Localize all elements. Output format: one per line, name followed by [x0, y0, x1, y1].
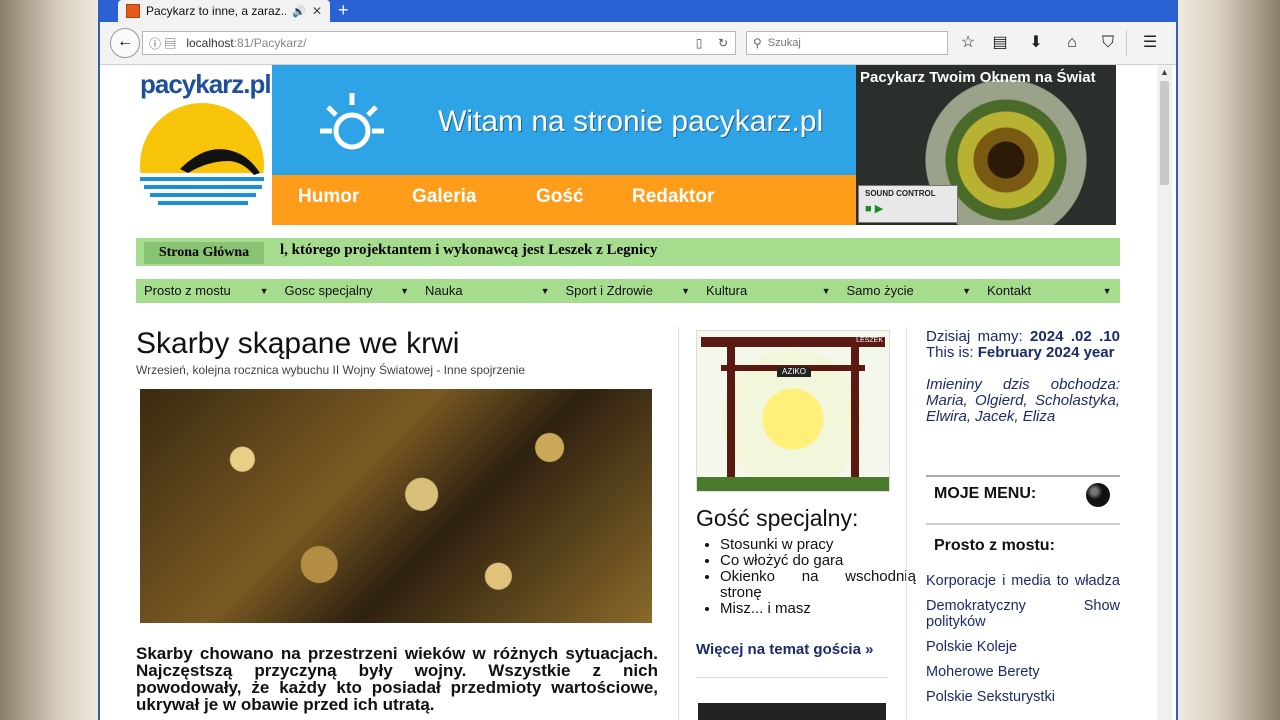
banner-title: Witam na stronie pacykarz.pl [438, 105, 824, 138]
logo-text: pacykarz.pl [140, 69, 272, 99]
eye-banner-title: Pacykarz Twoim Oknem na Świat [860, 69, 1096, 86]
guest-image[interactable]: AZIKO LESZEK [696, 330, 890, 492]
page-content: pacykarz.pl Witam na stronie pacykarz.pl… [100, 65, 1155, 720]
guest-link[interactable]: Okienko na wschodnią stronę [720, 569, 916, 601]
reload-icon[interactable]: ↻ [711, 36, 735, 50]
sidebar-links: Korporacje i media to władza Demokratycz… [926, 573, 1120, 714]
sidebar-section-title: Prosto z mostu: [934, 537, 1055, 554]
sidebar-link[interactable]: Moherowe Berety [926, 664, 1120, 680]
toolbar-separator [1126, 30, 1127, 56]
browser-tab[interactable]: Pacykarz to inne, a zaraz... 🔊 ✕ [118, 0, 330, 22]
guest-section-title: Gość specjalny: [696, 505, 859, 531]
scroll-up-icon[interactable]: ▲ [1157, 65, 1172, 79]
vertical-scrollbar[interactable]: ▲ [1157, 65, 1172, 720]
dropdown-arrow-icon: ▼ [962, 286, 971, 296]
ball-icon[interactable] [1086, 483, 1110, 507]
menu-item-gosc-specjalny[interactable]: Gosc specjalny ▼ [277, 279, 418, 303]
tab-bar: Pacykarz to inne, a zaraz... 🔊 ✕ + [100, 0, 1176, 22]
sound-control[interactable]: SOUND CONTROL ■ ▶ [858, 185, 958, 223]
dropdown-arrow-icon: ▼ [681, 286, 690, 296]
search-icon: ⚲ [753, 36, 762, 50]
name-days: Imieniny dzis obchodza: Maria, Olgierd, … [926, 376, 1120, 425]
banner-link-galeria[interactable]: Galeria [412, 186, 476, 208]
section-divider [696, 677, 888, 678]
guest-link[interactable]: Misz... i masz [720, 601, 916, 617]
new-tab-button[interactable]: + [338, 0, 349, 20]
ticker-strip: Strona Główna l, którego projektantem i … [136, 238, 1120, 266]
menu-item-kontakt[interactable]: Kontakt ▼ [979, 279, 1120, 303]
url-text[interactable]: localhost:81/Pacykarz/ [186, 36, 687, 50]
sound-control-label: SOUND CONTROL [865, 189, 936, 198]
this-is-value: February 2024 year [977, 344, 1115, 361]
menu-item-prosto-z-mostu[interactable]: Prosto z mostu ▼ [136, 279, 277, 303]
speaker-icon[interactable]: 🔊 [292, 5, 306, 18]
banner-link-humor[interactable]: Humor [298, 186, 359, 208]
torii-sign: AZIKO [777, 367, 811, 377]
banner-link-gosc[interactable]: Gość [536, 186, 584, 208]
menu-icon[interactable]: ☰ [1138, 32, 1162, 54]
sidebar-link[interactable]: Polskie Seksturystki [926, 689, 1120, 705]
menu-item-sport-i-zdrowie[interactable]: Sport i Zdrowie ▼ [558, 279, 699, 303]
menu-item-samo-zycie[interactable]: Samo życie ▼ [839, 279, 980, 303]
banner-link-redaktor[interactable]: Redaktor [632, 186, 714, 208]
banner-nav: Humor Galeria Gość Redaktor [272, 175, 856, 225]
sidebar-link[interactable]: Korporacje i media to władza [926, 573, 1120, 589]
image-corner-text: LESZEK [856, 337, 883, 344]
info-icon[interactable]: ⓘ ▤ [149, 35, 176, 52]
stop-icon[interactable]: ■ [865, 203, 872, 215]
back-button[interactable]: ← [110, 28, 140, 58]
guest-link[interactable]: Stosunki w pracy [720, 537, 916, 553]
date-value: 2024 .02 .10 [1030, 328, 1120, 345]
my-menu[interactable]: MOJE MENU: [926, 475, 1120, 525]
this-is-label: This is: [926, 344, 974, 361]
tab-title: Pacykarz to inne, a zaraz... [146, 4, 287, 18]
header-banner: Witam na stronie pacykarz.pl Humor Galer… [272, 65, 856, 225]
pocket-icon[interactable]: ⛉ [1096, 32, 1120, 54]
home-icon[interactable]: ⌂ [1060, 32, 1084, 54]
main-menu: Prosto z mostu ▼ Gosc specjalny ▼ Nauka ▼ S… [136, 279, 1120, 303]
column-divider [678, 327, 679, 720]
sidebar-link[interactable]: Polskie Koleje [926, 639, 1120, 655]
date-prefix: Dzisiaj mamy: [926, 328, 1023, 345]
date-panel: Dzisiaj mamy: 2024 .02 .10 This is: Febr… [926, 329, 1120, 425]
reader-view-icon[interactable]: ▯ [687, 36, 711, 50]
sidebar-link[interactable]: Demokratyczny Show polityków [926, 598, 1120, 630]
ticker-text: l, którego projektantem i wykonawcą jest… [280, 242, 658, 258]
address-bar[interactable]: ⓘ ▤ localhost:81/Pacykarz/ ▯ ↻ [142, 31, 736, 55]
bookmark-star-icon[interactable]: ☆ [956, 32, 980, 54]
dropdown-arrow-icon: ▼ [400, 286, 409, 296]
guest-link[interactable]: Co włożyć do gara [720, 553, 916, 569]
dropdown-arrow-icon: ▼ [540, 286, 550, 296]
search-input[interactable] [765, 36, 930, 50]
home-link[interactable]: Strona Główna [144, 242, 264, 264]
favicon-icon [126, 4, 140, 18]
article-subtitle: Wrzesień, kolejna rocznica wybuchu II Wo… [136, 363, 526, 377]
menu-item-nauka[interactable]: Nauka ▼ [417, 279, 558, 303]
next-thumbnail[interactable] [698, 703, 886, 720]
dropdown-arrow-icon: ▼ [1102, 286, 1112, 296]
dropdown-arrow-icon: ▼ [821, 286, 831, 296]
eye-banner: Pacykarz Twoim Oknem na Świat SOUND CONT… [856, 65, 1116, 225]
column-divider [906, 327, 907, 720]
my-menu-label: MOJE MENU: [934, 485, 1037, 502]
article-image[interactable] [140, 389, 652, 623]
navigation-toolbar: ← ⓘ ▤ localhost:81/Pacykarz/ ▯ ↻ ⚲ ☆ ▤ ⬇… [100, 22, 1176, 65]
site-logo[interactable]: pacykarz.pl [136, 65, 272, 227]
search-box[interactable]: ⚲ [746, 31, 948, 55]
bookmarks-list-icon[interactable]: ▤ [988, 32, 1012, 54]
menu-item-kultura[interactable]: Kultura ▼ [698, 279, 839, 303]
scroll-thumb[interactable] [1160, 81, 1169, 185]
browser-window: Pacykarz to inne, a zaraz... 🔊 ✕ + ← ⓘ ▤… [98, 0, 1178, 720]
article-body: Skarby chowano na przestrzeni wieków w r… [136, 644, 658, 714]
close-tab-icon[interactable]: ✕ [312, 4, 322, 18]
guest-list: Stosunki w pracy Co włożyć do gara Okien… [696, 537, 916, 617]
download-icon[interactable]: ⬇ [1024, 32, 1048, 54]
article-title[interactable]: Skarby skąpane we krwi [136, 327, 459, 361]
play-icon[interactable]: ▶ [875, 203, 883, 215]
sun-icon [320, 93, 384, 150]
dropdown-arrow-icon: ▼ [259, 286, 269, 296]
more-about-guest-link[interactable]: Więcej na temat gościa » [696, 641, 873, 658]
